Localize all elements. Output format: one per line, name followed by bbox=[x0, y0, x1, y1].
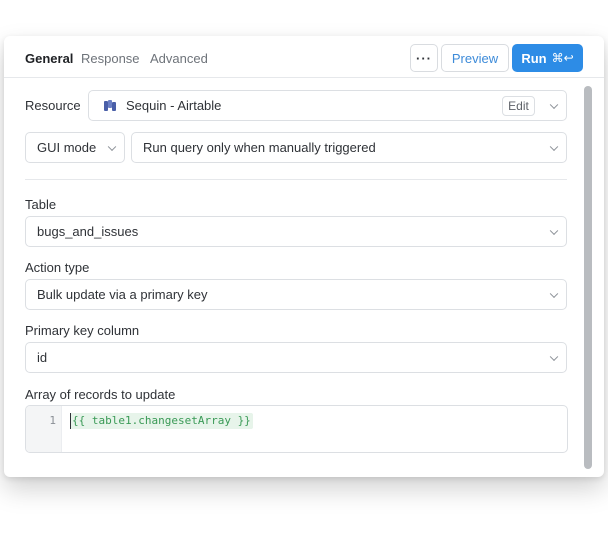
more-options-button[interactable]: ··· bbox=[410, 44, 438, 72]
action-type-value: Bulk update via a primary key bbox=[37, 287, 208, 302]
trigger-value: Run query only when manually triggered bbox=[143, 140, 376, 155]
primary-key-value: id bbox=[37, 350, 48, 365]
section-divider bbox=[25, 179, 567, 180]
edit-resource-button[interactable]: Edit bbox=[502, 96, 535, 116]
records-label: Array of records to update bbox=[25, 387, 176, 402]
trigger-select[interactable]: Run query only when manually triggered bbox=[131, 132, 567, 163]
run-shortcut-icon: ⌘↩ bbox=[551, 51, 574, 65]
sequin-logo-icon bbox=[104, 99, 116, 111]
line-number: 1 bbox=[49, 414, 56, 427]
tab-general[interactable]: General bbox=[25, 51, 73, 66]
chevron-down-icon bbox=[549, 226, 559, 235]
chevron-down-icon bbox=[107, 142, 117, 151]
preview-label: Preview bbox=[451, 50, 499, 66]
table-value: bugs_and_issues bbox=[37, 224, 139, 239]
query-editor-panel: General Response Advanced ··· Preview Ru… bbox=[4, 36, 604, 477]
run-label: Run bbox=[521, 50, 547, 66]
mode-value: GUI mode bbox=[37, 140, 97, 155]
chevron-down-icon bbox=[549, 289, 559, 298]
more-icon: ··· bbox=[416, 50, 432, 66]
primary-key-select[interactable]: id bbox=[25, 342, 567, 373]
line-gutter: 1 bbox=[26, 406, 62, 452]
tab-advanced[interactable]: Advanced bbox=[150, 51, 208, 66]
vertical-scrollbar[interactable] bbox=[584, 86, 592, 469]
chevron-down-icon bbox=[549, 352, 559, 361]
resource-value: Sequin - Airtable bbox=[126, 98, 222, 113]
editor-header: General Response Advanced ··· Preview Ru… bbox=[4, 36, 604, 78]
mode-select[interactable]: GUI mode bbox=[25, 132, 125, 163]
action-type-select[interactable]: Bulk update via a primary key bbox=[25, 279, 567, 310]
tab-response[interactable]: Response bbox=[81, 51, 140, 66]
code-expression[interactable]: {{ table1.changesetArray }} bbox=[70, 413, 253, 429]
chevron-down-icon bbox=[549, 142, 559, 151]
primary-key-label: Primary key column bbox=[25, 323, 140, 338]
chevron-down-icon bbox=[549, 100, 559, 109]
resource-select[interactable]: Sequin - Airtable Edit bbox=[88, 90, 567, 121]
action-type-label: Action type bbox=[25, 260, 90, 275]
resource-label: Resource bbox=[25, 98, 81, 113]
preview-button[interactable]: Preview bbox=[441, 44, 509, 72]
edit-label: Edit bbox=[508, 99, 529, 113]
text-caret bbox=[70, 413, 71, 429]
table-label: Table bbox=[25, 197, 57, 212]
records-code-editor[interactable]: 1 {{ table1.changesetArray }} bbox=[25, 405, 568, 453]
table-select[interactable]: bugs_and_issues bbox=[25, 216, 567, 247]
run-button[interactable]: Run ⌘↩ bbox=[512, 44, 583, 72]
